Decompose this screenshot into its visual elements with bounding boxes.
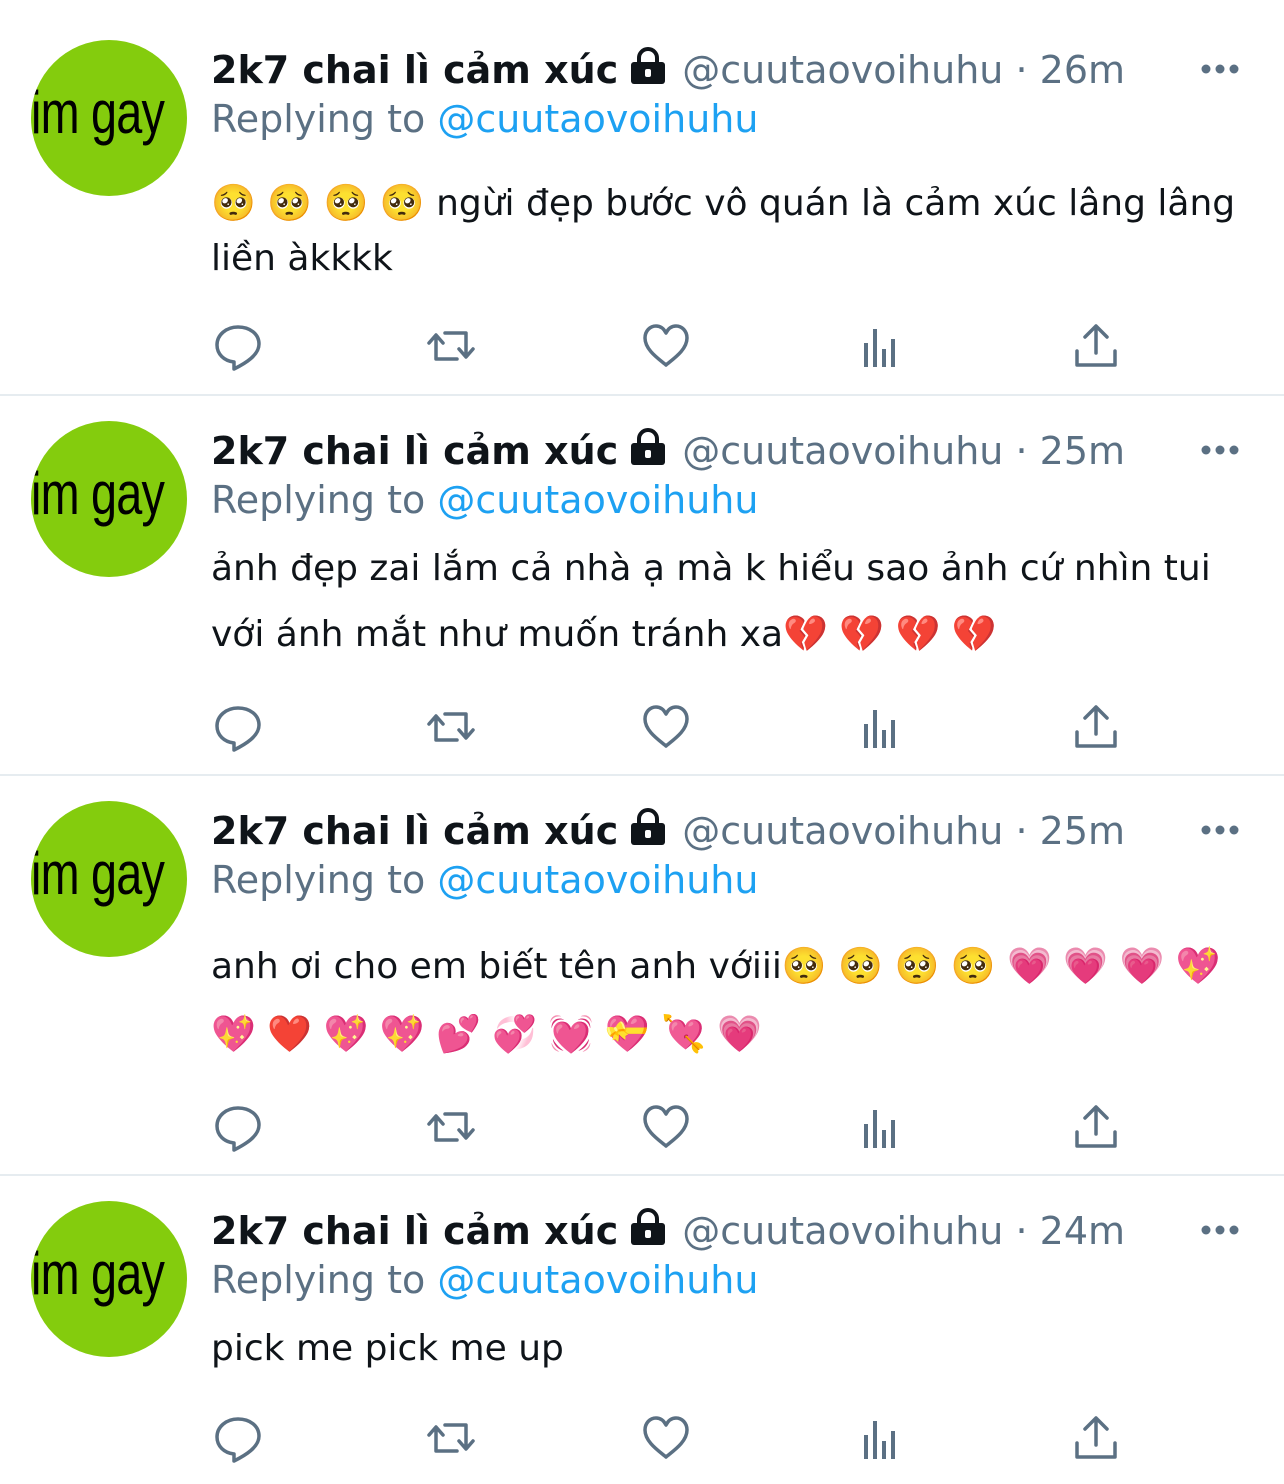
tweet[interactable]: im gay 2k7 chai lì cảm xúc @cuutaovoihuhu… [0,776,1284,1174]
avatar-text: im gay [31,459,165,527]
lock-icon [628,428,668,478]
mention-link[interactable]: @cuutaovoihuhu [437,97,758,141]
display-name[interactable]: 2k7 chai lì cảm xúc [211,809,618,853]
display-name[interactable]: 2k7 chai lì cảm xúc [211,1209,618,1253]
retweet-icon[interactable] [426,702,476,752]
replying-to: Replying to @cuutaovoihuhu [211,95,758,143]
avatar[interactable]: im gay [31,1201,187,1357]
action-bar [211,1102,1131,1152]
reply-icon[interactable] [213,321,263,371]
replying-prefix: Replying to [211,858,426,902]
replying-to: Replying to @cuutaovoihuhu [211,1256,758,1304]
avatar[interactable]: im gay [31,801,187,957]
analytics-icon[interactable] [856,1413,906,1463]
reply-icon[interactable] [213,1413,263,1463]
tweet[interactable]: im gay 2k7 chai lì cảm xúc @cuutaovoihuhu… [0,1176,1284,1484]
handle[interactable]: @cuutaovoihuhu [682,809,1003,853]
mention-link[interactable]: @cuutaovoihuhu [437,858,758,902]
tweet-text: ảnh đẹp zai lắm cả nhà ạ mà k hiểu sao ả… [211,548,1211,655]
analytics-icon[interactable] [856,1102,906,1152]
like-icon[interactable] [641,1102,691,1152]
tweet-header: 2k7 chai lì cảm xúc @cuutaovoihuhu · 24m [211,1206,1125,1258]
more-icon[interactable] [1200,822,1240,836]
timestamp[interactable]: 25m [1040,809,1125,853]
display-name[interactable]: 2k7 chai lì cảm xúc [211,48,618,92]
action-bar [211,321,1131,371]
action-bar [211,702,1131,752]
analytics-icon[interactable] [856,321,906,371]
share-icon[interactable] [1071,702,1121,752]
lock-icon [628,1208,668,1258]
analytics-icon[interactable] [856,702,906,752]
tweet[interactable]: im gay 2k7 chai lì cảm xúc @cuutaovoihuhu… [0,396,1284,774]
retweet-icon[interactable] [426,1413,476,1463]
separator: · [1015,429,1028,473]
retweet-icon[interactable] [426,321,476,371]
reply-icon[interactable] [213,702,263,752]
separator: · [1015,809,1028,853]
tweet-text: anh ơi cho em biết tên anh vớiii🥺 🥺 🥺 🥺 … [211,946,1221,1055]
handle[interactable]: @cuutaovoihuhu [682,48,1003,92]
like-icon[interactable] [641,321,691,371]
share-icon[interactable] [1071,1413,1121,1463]
retweet-icon[interactable] [426,1102,476,1152]
like-icon[interactable] [641,702,691,752]
tweet-text: pick me pick me up [211,1328,564,1369]
replying-prefix: Replying to [211,97,426,141]
share-icon[interactable] [1071,1102,1121,1152]
share-icon[interactable] [1071,321,1121,371]
timestamp[interactable]: 26m [1040,48,1125,92]
handle[interactable]: @cuutaovoihuhu [682,429,1003,473]
handle[interactable]: @cuutaovoihuhu [682,1209,1003,1253]
replying-prefix: Replying to [211,1258,426,1302]
lock-icon [628,47,668,97]
more-icon[interactable] [1200,61,1240,75]
avatar-text: im gay [31,78,165,146]
display-name[interactable]: 2k7 chai lì cảm xúc [211,429,618,473]
tweet-text: 🥺 🥺 🥺 🥺 ngừi đẹp bước vô quán là cảm xúc… [211,183,1236,279]
avatar[interactable]: im gay [31,40,187,196]
mention-link[interactable]: @cuutaovoihuhu [437,1258,758,1302]
more-icon[interactable] [1200,442,1240,456]
reply-icon[interactable] [213,1102,263,1152]
tweet-header: 2k7 chai lì cảm xúc @cuutaovoihuhu · 25m [211,426,1125,478]
replying-to: Replying to @cuutaovoihuhu [211,856,758,904]
replying-prefix: Replying to [211,478,426,522]
timestamp[interactable]: 25m [1040,429,1125,473]
avatar[interactable]: im gay [31,421,187,577]
lock-icon [628,808,668,858]
tweet-header: 2k7 chai lì cảm xúc @cuutaovoihuhu · 25m [211,806,1125,858]
separator: · [1015,48,1028,92]
more-icon[interactable] [1200,1222,1240,1236]
like-icon[interactable] [641,1413,691,1463]
action-bar [211,1413,1131,1463]
avatar-text: im gay [31,839,165,907]
replying-to: Replying to @cuutaovoihuhu [211,476,758,524]
mention-link[interactable]: @cuutaovoihuhu [437,478,758,522]
avatar-text: im gay [31,1239,165,1307]
separator: · [1015,1209,1028,1253]
timestamp[interactable]: 24m [1040,1209,1125,1253]
tweet[interactable]: im gay 2k7 chai lì cảm xúc @cuutaovoihuhu… [0,0,1284,394]
tweet-header: 2k7 chai lì cảm xúc @cuutaovoihuhu · 26m [211,45,1125,97]
